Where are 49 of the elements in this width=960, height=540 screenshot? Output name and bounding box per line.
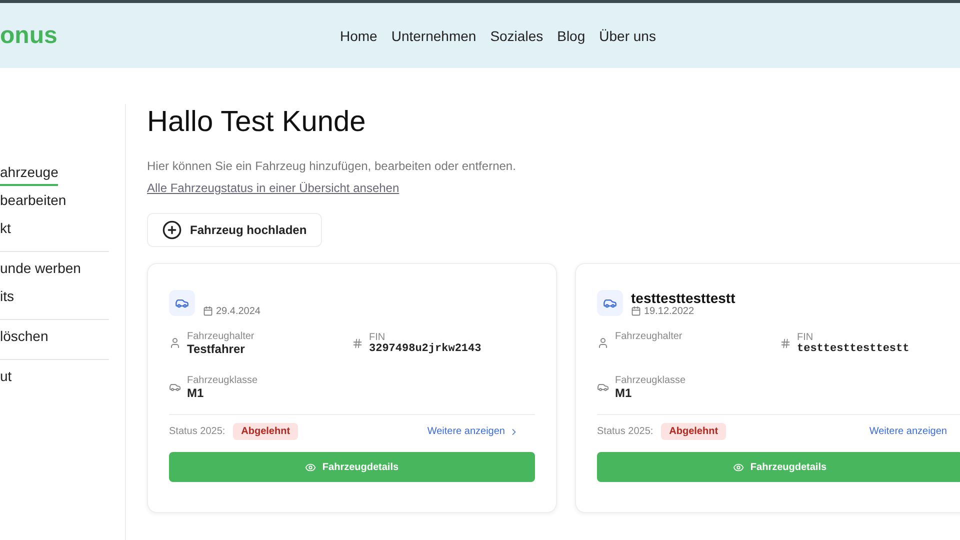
eye-icon xyxy=(733,462,744,472)
nav-link[interactable]: Blog xyxy=(557,28,586,44)
car-icon xyxy=(597,381,609,393)
car-icon xyxy=(597,290,623,316)
status-label: Status 2025: xyxy=(169,426,226,437)
sidebar-item[interactable]: ut xyxy=(0,365,12,390)
user-icon xyxy=(169,337,181,349)
calendar-icon xyxy=(631,306,641,316)
field-label: Fahrzeughalter xyxy=(187,330,254,342)
sidebar-item[interactable]: its xyxy=(0,285,14,310)
status-badge: Abgelehnt xyxy=(661,423,726,440)
field-value: Testfahrer xyxy=(187,342,246,356)
status-label: Status 2025: xyxy=(597,426,654,437)
intro-text: Hier können Sie ein Fahrzeug hinzufügen, bearbeiten oder entfernen. xyxy=(147,159,517,173)
vehicle-date: 19.12.2022 xyxy=(644,306,694,316)
more-link[interactable]: Weitere anzeigen xyxy=(427,426,519,437)
status-badge: Abgelehnt xyxy=(233,423,298,440)
field-label: Fahrzeughalter xyxy=(615,330,682,342)
sidebar-item[interactable]: unde werben xyxy=(0,257,81,282)
field-label: FIN xyxy=(369,332,386,342)
vehicle-name: testtesttesttestt xyxy=(631,290,736,306)
field-label: Fahrzeugklasse xyxy=(187,374,258,386)
hash-icon xyxy=(352,338,363,348)
nav-link[interactable]: Unternehmen xyxy=(391,28,476,44)
calendar-icon xyxy=(203,306,213,316)
eye-icon xyxy=(305,462,316,472)
user-icon xyxy=(597,337,609,349)
car-icon xyxy=(169,290,195,316)
sidebar-item[interactable]: kt xyxy=(0,217,11,242)
more-link[interactable]: Weitere anzeigen xyxy=(869,426,947,437)
vehicle-date: 29.4.2024 xyxy=(216,306,260,316)
field-value: M1 xyxy=(615,386,633,400)
sidebar-item[interactable]: bearbeiten xyxy=(0,189,66,214)
car-icon xyxy=(169,381,181,393)
nav-link[interactable]: Home xyxy=(340,28,378,44)
field-value: M1 xyxy=(187,386,205,400)
nav-link[interactable]: Über uns xyxy=(599,28,656,44)
plus-icon xyxy=(162,220,182,240)
sidebar-item[interactable]: ahrzeuge xyxy=(0,161,58,186)
field-label: Fahrzeugklasse xyxy=(615,374,686,386)
nav-link[interactable]: Soziales xyxy=(490,28,544,44)
hash-icon xyxy=(780,338,791,348)
sidebar-item[interactable]: löschen xyxy=(0,325,48,350)
field-label: FIN xyxy=(797,332,814,342)
field-value: testtesttesttestt xyxy=(797,342,910,354)
upload-button[interactable]: Fahrzeug hochladen xyxy=(147,213,322,247)
page-title: Hallo Test Kunde xyxy=(147,106,367,139)
field-value: 3297498u2jrkw2143 xyxy=(369,342,482,354)
overview-link[interactable]: Alle Fahrzeugstatus in einer Übersicht ansehen xyxy=(147,181,400,195)
